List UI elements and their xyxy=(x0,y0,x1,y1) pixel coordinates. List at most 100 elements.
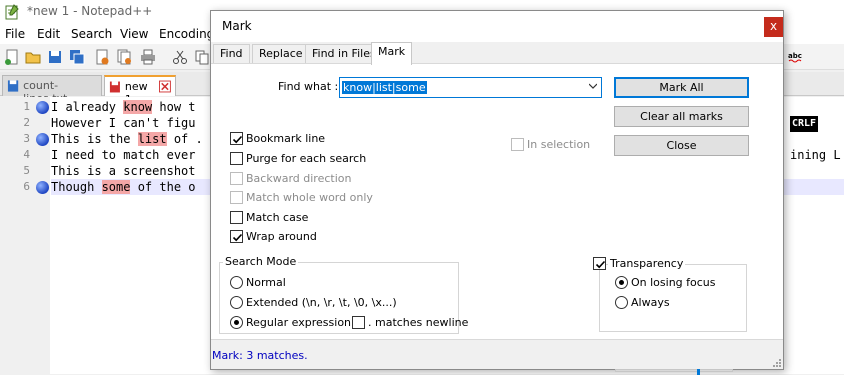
backward-direction-checkbox xyxy=(230,172,243,185)
line-number: 2 xyxy=(23,116,30,129)
status-message: Mark: 3 matches. xyxy=(212,349,308,362)
find-what-value: know|list|some xyxy=(342,81,427,94)
chevron-down-icon[interactable] xyxy=(589,82,597,90)
always-radio[interactable] xyxy=(615,296,628,309)
dialog-statusbar: Mark: 3 matches. xyxy=(211,341,783,369)
close-button[interactable]: Close xyxy=(614,135,749,156)
mark-highlight: list xyxy=(137,132,167,146)
code-line: I already know how t xyxy=(51,99,196,115)
close-icon: x xyxy=(769,19,778,33)
bookmark-marker-icon[interactable] xyxy=(36,181,49,194)
mark-all-button[interactable]: Mark All xyxy=(614,77,749,98)
in-selection-label: In selection xyxy=(527,138,591,151)
match-case-checkbox[interactable] xyxy=(230,211,243,224)
saved-file-icon xyxy=(7,80,19,92)
clear-all-marks-button[interactable]: Clear all marks xyxy=(614,106,749,127)
code-line: However I can't figu xyxy=(51,115,196,131)
unsaved-file-icon xyxy=(109,81,120,93)
normal-radio[interactable] xyxy=(230,276,243,289)
code-text: of . xyxy=(166,132,203,146)
code-line: This is the list of . xyxy=(51,131,203,147)
dialog-tabs: Find Replace Find in Files Mark xyxy=(211,42,783,65)
search-mode-title: Search Mode xyxy=(223,255,299,268)
line-number: 5 xyxy=(23,164,30,177)
close-file-icon[interactable] xyxy=(94,49,110,65)
line-number: 6 xyxy=(23,180,30,193)
close-label: Close xyxy=(666,139,697,152)
print-icon[interactable] xyxy=(140,49,156,65)
regex-radio[interactable] xyxy=(230,316,243,329)
matches-newline-label: . matches newline xyxy=(368,316,469,329)
dialog-titlebar[interactable]: Mark x xyxy=(211,11,783,42)
tab-find[interactable]: Find xyxy=(213,44,250,64)
bookmark-line-label: Bookmark line xyxy=(246,132,326,145)
tab-find-in-files-label: Find in Files xyxy=(312,47,376,60)
menu-edit[interactable]: Edit xyxy=(37,27,60,41)
mark-highlight: know xyxy=(123,100,153,114)
on-losing-focus-radio[interactable] xyxy=(615,276,628,289)
code-text: Though xyxy=(51,180,102,194)
matches-newline-checkbox[interactable] xyxy=(352,316,365,329)
purge-checkbox[interactable] xyxy=(230,152,243,165)
regex-label: Regular expression xyxy=(246,316,352,329)
wrap-around-checkbox[interactable] xyxy=(230,230,243,243)
save-icon[interactable] xyxy=(47,49,63,65)
find-what-combobox[interactable]: know|list|some xyxy=(339,77,602,98)
transparency-slider[interactable] xyxy=(615,369,733,372)
backward-direction-label: Backward direction xyxy=(246,172,352,185)
in-selection-checkbox xyxy=(511,138,524,151)
new-file-icon[interactable] xyxy=(4,49,20,65)
code-line: This is a screenshot xyxy=(51,163,196,179)
mark-all-label: Mark All xyxy=(659,81,704,94)
bookmark-marker-icon[interactable] xyxy=(36,101,49,114)
whole-word-checkbox xyxy=(230,191,243,204)
resize-grip-icon[interactable] xyxy=(771,357,781,367)
code-text: This is a screenshot xyxy=(51,164,196,178)
transparency-checkbox[interactable] xyxy=(593,257,606,270)
wrap-around-label: Wrap around xyxy=(246,230,317,243)
line-number: 1 xyxy=(23,100,30,113)
menu-search[interactable]: Search xyxy=(71,27,112,41)
code-line: I need to match ever xyxy=(51,147,196,163)
bookmark-line-checkbox[interactable] xyxy=(230,132,243,145)
window-title: *new 1 - Notepad++ xyxy=(27,4,153,18)
transparency-label: Transparency xyxy=(608,257,686,270)
cut-icon[interactable] xyxy=(172,49,188,65)
dialog-close-button[interactable]: x xyxy=(764,17,783,37)
mark-highlight: some xyxy=(101,180,131,194)
menu-view[interactable]: View xyxy=(120,27,148,41)
tab-replace[interactable]: Replace xyxy=(252,44,310,64)
close-all-icon[interactable] xyxy=(116,49,132,65)
tab-mark-label: Mark xyxy=(378,45,406,58)
notepad-app-icon xyxy=(5,4,19,20)
extended-radio[interactable] xyxy=(230,296,243,309)
mark-tab-panel: Find what : know|list|some Mark All Clea… xyxy=(211,63,783,375)
always-label: Always xyxy=(631,296,670,309)
bookmark-marker-icon[interactable] xyxy=(36,133,49,146)
extended-label: Extended (\n, \r, \t, \0, \x...) xyxy=(246,296,397,309)
menu-encoding[interactable]: Encoding xyxy=(159,27,214,41)
copy-icon[interactable] xyxy=(194,49,210,65)
menu-file[interactable]: File xyxy=(5,27,25,41)
find-what-label: Find what : xyxy=(278,80,339,93)
tab-replace-label: Replace xyxy=(259,47,303,60)
code-text: I need to match ever xyxy=(51,148,196,162)
normal-label: Normal xyxy=(246,276,286,289)
whole-word-label: Match whole word only xyxy=(246,191,373,204)
match-case-label: Match case xyxy=(246,211,309,224)
open-file-icon[interactable] xyxy=(25,49,41,65)
checkmark-icon xyxy=(232,233,243,242)
tab-close-icon[interactable] xyxy=(159,80,171,93)
code-text-tail: ining L xyxy=(790,148,841,162)
tab-mark[interactable]: Mark xyxy=(371,42,413,65)
tab-count-lines[interactable]: count-lines.txt xyxy=(2,75,102,105)
radio-selected-dot xyxy=(234,320,239,325)
dialog-title: Mark xyxy=(222,19,252,33)
clear-all-marks-label: Clear all marks xyxy=(640,110,723,123)
spellcheck-icon[interactable]: abc xyxy=(788,49,804,65)
tab-find-label: Find xyxy=(220,47,243,60)
tab-new-1[interactable]: new 1 xyxy=(104,75,176,106)
save-all-icon[interactable] xyxy=(69,49,85,65)
checkmark-icon xyxy=(232,135,243,144)
code-text: of the o xyxy=(130,180,196,194)
